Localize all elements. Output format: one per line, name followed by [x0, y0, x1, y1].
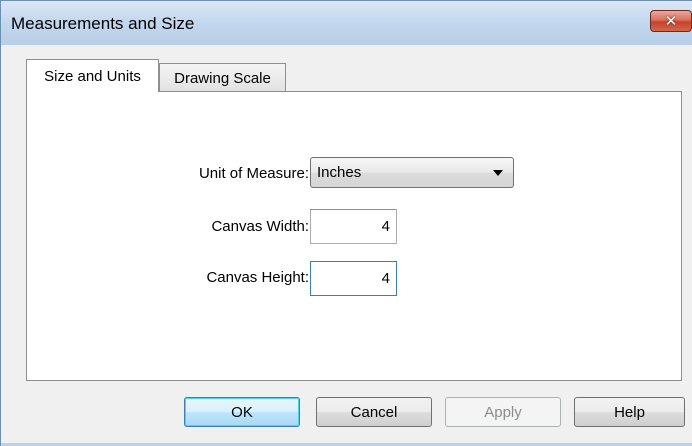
canvas-height-label: Canvas Height:	[206, 269, 309, 286]
cancel-button[interactable]: Cancel	[316, 397, 432, 427]
tab-drawing-scale[interactable]: Drawing Scale	[159, 63, 286, 92]
measurements-dialog: Measurements and Size ✕ Size and Units D…	[0, 0, 692, 446]
help-button[interactable]: Help	[574, 397, 685, 427]
cancel-button-label: Cancel	[350, 403, 398, 421]
ok-button[interactable]: OK	[184, 397, 300, 427]
canvas-width-label: Canvas Width:	[211, 218, 309, 235]
chevron-down-icon	[493, 170, 503, 176]
tab-label: Size and Units	[44, 67, 141, 85]
close-button[interactable]: ✕	[650, 10, 692, 32]
unit-of-measure-label: Unit of Measure:	[198, 165, 309, 182]
tab-label: Drawing Scale	[174, 69, 271, 87]
help-button-label: Help	[614, 403, 645, 421]
tab-size-and-units[interactable]: Size and Units	[26, 59, 159, 92]
dialog-body: Size and Units Drawing Scale Unit of Mea…	[1, 45, 692, 446]
dialog-title: Measurements and Size	[11, 14, 195, 33]
title-bar[interactable]: Measurements and Size ✕	[1, 1, 692, 45]
canvas-height-input[interactable]	[310, 261, 397, 296]
ok-button-label: OK	[231, 403, 253, 421]
unit-of-measure-value: Inches	[317, 164, 362, 181]
apply-button[interactable]: Apply	[445, 397, 561, 427]
apply-button-label: Apply	[484, 403, 522, 421]
close-icon: ✕	[664, 11, 678, 30]
canvas-width-input[interactable]	[310, 209, 397, 244]
unit-of-measure-select[interactable]: Inches	[310, 157, 514, 188]
